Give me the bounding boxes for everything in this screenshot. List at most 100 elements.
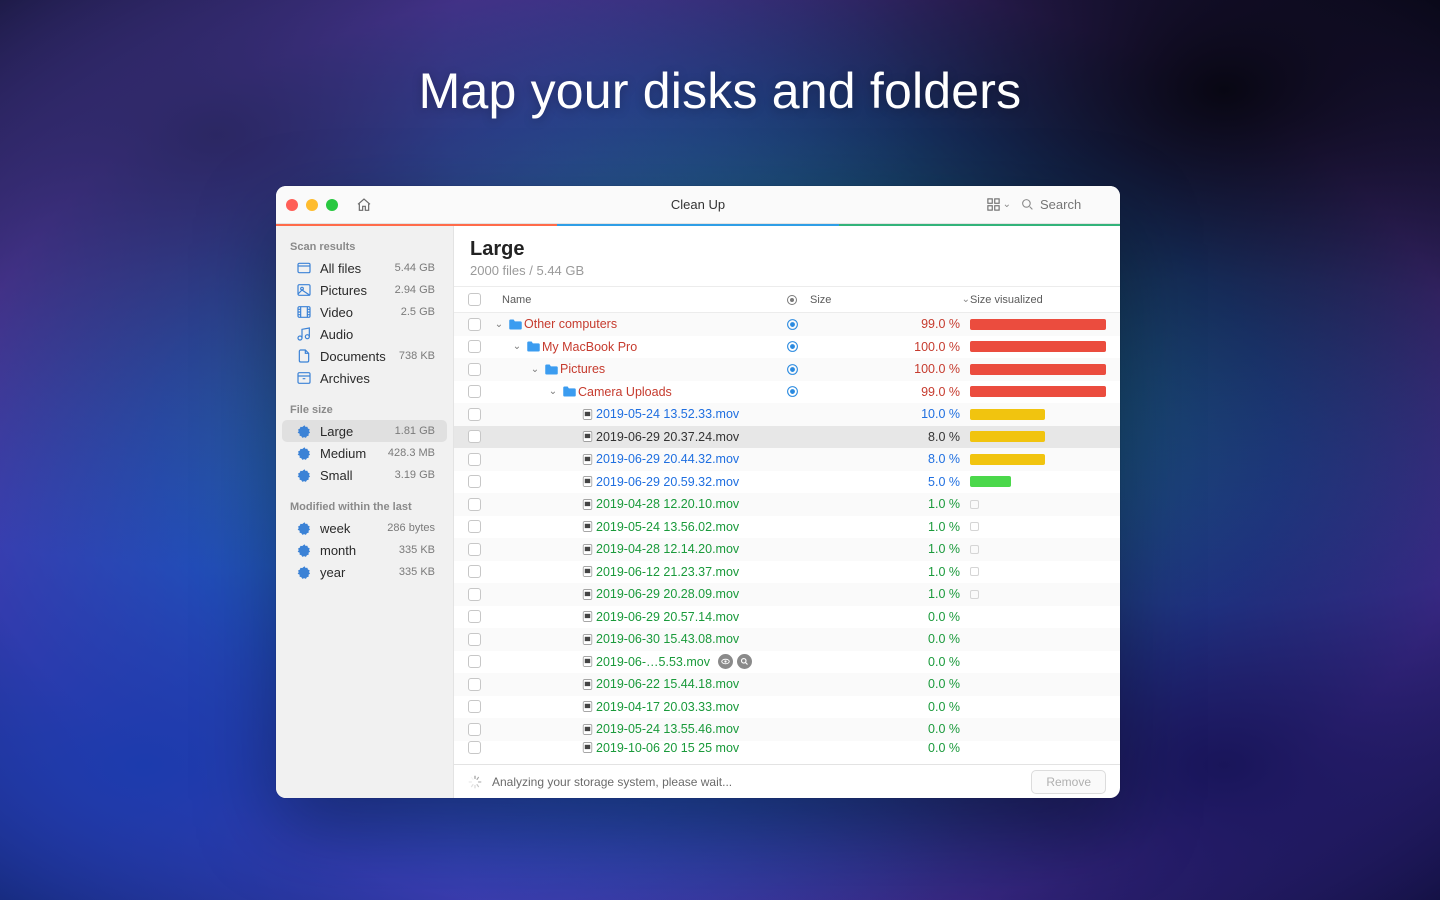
sidebar-item-size: 2.5 GB xyxy=(401,306,435,318)
row-name: My MacBook Pro xyxy=(542,340,786,354)
movie-file-icon xyxy=(578,610,596,623)
sidebar-item-audio[interactable]: Audio xyxy=(282,323,447,345)
row-checkbox[interactable] xyxy=(468,723,481,736)
sidebar-item-week[interactable]: week286 bytes xyxy=(282,517,447,539)
row-checkbox[interactable] xyxy=(468,588,481,601)
file-row[interactable]: 2019-06-29 20.28.09.mov1.0 % xyxy=(454,583,1120,606)
row-size: 1.0 % xyxy=(810,542,970,556)
search-field[interactable] xyxy=(1021,197,1110,212)
row-checkbox[interactable] xyxy=(468,700,481,713)
disclosure-down-icon[interactable]: ⌄ xyxy=(492,319,506,330)
sidebar-item-size: 3.19 GB xyxy=(395,469,435,481)
tree-folder-row[interactable]: ⌄Pictures100.0 % xyxy=(454,358,1120,381)
sidebar-item-archives[interactable]: Archives xyxy=(282,367,447,389)
column-size-visualized[interactable]: Size visualized xyxy=(970,294,1106,306)
minimize-window-button[interactable] xyxy=(306,199,318,211)
row-checkbox[interactable] xyxy=(468,565,481,578)
row-checkbox[interactable] xyxy=(468,498,481,511)
row-checkbox[interactable] xyxy=(468,408,481,421)
row-checkbox[interactable] xyxy=(468,678,481,691)
tree-folder-row[interactable]: ⌄My MacBook Pro100.0 % xyxy=(454,336,1120,359)
row-name: 2019-04-28 12.14.20.mov xyxy=(596,542,786,556)
sidebar-item-size: 738 KB xyxy=(399,350,435,362)
column-size[interactable]: Size ⌄ xyxy=(810,294,970,306)
quicklook-icon[interactable] xyxy=(718,654,733,669)
sidebar-item-year[interactable]: year335 KB xyxy=(282,561,447,583)
row-checkbox[interactable] xyxy=(468,385,481,398)
row-checkbox[interactable] xyxy=(468,453,481,466)
row-size: 10.0 % xyxy=(810,407,970,421)
app-window: Clean Up ⌄ Scan resultsAll files5.44 GBP… xyxy=(276,186,1120,798)
file-row[interactable]: 2019-06-12 21.23.37.mov1.0 % xyxy=(454,561,1120,584)
sidebar-item-label: Archives xyxy=(320,371,370,386)
row-name: Camera Uploads xyxy=(578,385,786,399)
file-row[interactable]: 2019-04-17 20.03.33.mov 0.0 % xyxy=(454,696,1120,719)
file-row[interactable]: 2019-06-29 20.59.32.mov5.0 % xyxy=(454,471,1120,494)
file-row[interactable]: 2019-05-24 13.52.33.mov10.0 % xyxy=(454,403,1120,426)
disclosure-down-icon[interactable]: ⌄ xyxy=(528,364,542,375)
close-window-button[interactable] xyxy=(286,199,298,211)
row-checkbox[interactable] xyxy=(468,610,481,623)
sidebar-item-all-files[interactable]: All files5.44 GB xyxy=(282,257,447,279)
sidebar-item-month[interactable]: month335 KB xyxy=(282,539,447,561)
disclosure-down-icon[interactable]: ⌄ xyxy=(546,386,560,397)
row-checkbox[interactable] xyxy=(468,543,481,556)
row-name: 2019-04-17 20.03.33.mov xyxy=(596,700,786,714)
view-mode-menu[interactable]: ⌄ xyxy=(986,193,1011,217)
reveal-icon[interactable] xyxy=(737,654,752,669)
sidebar-item-video[interactable]: Video2.5 GB xyxy=(282,301,447,323)
row-name: Other computers xyxy=(524,317,786,331)
row-name: 2019-04-28 12.20.10.mov xyxy=(596,497,786,511)
row-checkbox[interactable] xyxy=(468,655,481,668)
file-row[interactable]: 2019-05-24 13.56.02.mov1.0 % xyxy=(454,516,1120,539)
sidebar-item-medium[interactable]: Medium428.3 MB xyxy=(282,442,447,464)
sidebar-item-size: 428.3 MB xyxy=(388,447,435,459)
row-checkbox[interactable] xyxy=(468,318,481,331)
row-checkbox[interactable] xyxy=(468,363,481,376)
all-files-icon xyxy=(296,260,312,276)
column-headers: Name Size ⌄ Size visualized xyxy=(454,286,1120,313)
file-list[interactable]: ⌄Other computers99.0 %⌄My MacBook Pro100… xyxy=(454,313,1120,764)
home-button[interactable] xyxy=(352,193,376,217)
search-input[interactable] xyxy=(1040,197,1110,212)
row-checkbox[interactable] xyxy=(468,430,481,443)
status-bar: Analyzing your storage system, please wa… xyxy=(454,764,1120,798)
sidebar-item-large[interactable]: Large1.81 GB xyxy=(282,420,447,442)
file-row[interactable]: 2019-06-30 15.43.08.mov0.0 % xyxy=(454,628,1120,651)
tree-folder-row[interactable]: ⌄Camera Uploads99.0 % xyxy=(454,381,1120,404)
tree-folder-row[interactable]: ⌄Other computers99.0 % xyxy=(454,313,1120,336)
zoom-window-button[interactable] xyxy=(326,199,338,211)
sidebar-item-pictures[interactable]: Pictures2.94 GB xyxy=(282,279,447,301)
sidebar-item-small[interactable]: Small3.19 GB xyxy=(282,464,447,486)
row-checkbox[interactable] xyxy=(468,520,481,533)
remove-button[interactable]: Remove xyxy=(1031,770,1106,794)
file-row[interactable]: 2019-05-24 13.55.46.mov0.0 % xyxy=(454,718,1120,741)
chevron-down-icon: ⌄ xyxy=(1003,199,1011,210)
file-row[interactable]: 2019-06-…5.53.mov0.0 % xyxy=(454,651,1120,674)
folder-icon xyxy=(524,340,542,353)
row-size: 0.0 % xyxy=(810,700,970,714)
size-bar xyxy=(970,454,1045,465)
row-checkbox[interactable] xyxy=(468,340,481,353)
file-row[interactable]: 2019-10-06 20 15 25 mov0.0 % xyxy=(454,741,1120,755)
size-bar-tiny xyxy=(970,590,979,599)
sidebar-section-heading: Scan results xyxy=(276,236,453,257)
sidebar-item-documents[interactable]: Documents738 KB xyxy=(282,345,447,367)
audio-icon xyxy=(296,326,312,342)
row-checkbox[interactable] xyxy=(468,741,481,754)
movie-file-icon xyxy=(578,633,596,646)
file-row[interactable]: 2019-04-28 12.20.10.mov1.0 % xyxy=(454,493,1120,516)
row-checkbox[interactable] xyxy=(468,475,481,488)
file-row[interactable]: 2019-06-22 15.44.18.mov0.0 % xyxy=(454,673,1120,696)
disclosure-down-icon[interactable]: ⌄ xyxy=(510,341,524,352)
row-size: 8.0 % xyxy=(810,452,970,466)
file-row[interactable]: 2019-06-29 20.57.14.mov0.0 % xyxy=(454,606,1120,629)
column-name[interactable]: Name xyxy=(502,294,786,306)
row-size: 8.0 % xyxy=(810,430,970,444)
file-row[interactable]: 2019-06-29 20.44.32.mov8.0 % xyxy=(454,448,1120,471)
file-row[interactable]: 2019-04-28 12.14.20.mov 1.0 % xyxy=(454,538,1120,561)
select-all-checkbox[interactable] xyxy=(468,293,481,306)
chevron-down-icon: ⌄ xyxy=(962,294,970,305)
row-checkbox[interactable] xyxy=(468,633,481,646)
file-row[interactable]: 2019-06-29 20.37.24.mov8.0 % xyxy=(454,426,1120,449)
